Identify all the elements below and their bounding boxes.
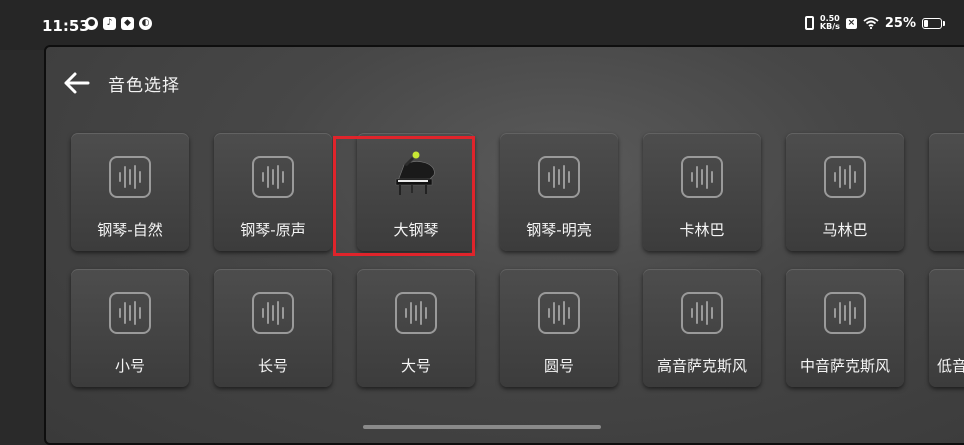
waveform-icon xyxy=(538,292,580,334)
sound-tile-label: 卡林巴 xyxy=(679,221,725,239)
waveform-icon xyxy=(109,292,151,334)
battery-icon xyxy=(922,17,945,29)
sound-tile-label: 低音 xyxy=(937,357,964,375)
battery-fill xyxy=(924,19,928,27)
waveform-icon xyxy=(824,292,866,334)
sound-tile[interactable]: 大号 xyxy=(357,269,475,387)
page-title: 音色选择 xyxy=(108,76,180,96)
network-speed: 0.50 KB/s xyxy=(820,15,840,31)
back-arrow-icon[interactable] xyxy=(60,69,92,97)
sound-tile[interactable]: 低音 xyxy=(929,269,964,387)
waveform-icon xyxy=(109,156,151,198)
sound-tile-label: 钢琴-原声 xyxy=(240,221,306,239)
sound-tile[interactable] xyxy=(929,133,964,251)
waveform-icon xyxy=(395,292,437,334)
sound-tile-label: 小号 xyxy=(114,357,145,375)
home-indicator[interactable] xyxy=(363,425,601,429)
no-sim-icon: × xyxy=(845,17,857,29)
sound-tile-label: 大钢琴 xyxy=(393,221,439,239)
sound-tile[interactable]: 小号 xyxy=(71,269,189,387)
sound-tile[interactable]: 钢琴-原声 xyxy=(214,133,332,251)
sound-tile[interactable]: 卡林巴 xyxy=(643,133,761,251)
sound-tile[interactable]: 圆号 xyxy=(500,269,618,387)
waveform-icon xyxy=(252,156,294,198)
sound-tile-label: 高音萨克斯风 xyxy=(656,357,747,375)
browser-app-icon: ◐ xyxy=(139,17,152,30)
sound-tile-label: 中音萨克斯风 xyxy=(799,357,890,375)
wechat-icon: ● xyxy=(85,17,98,30)
sound-tile[interactable]: 钢琴-自然 xyxy=(71,133,189,251)
network-speed-unit: KB/s xyxy=(819,22,840,31)
waveform-icon xyxy=(252,292,294,334)
tiktok-icon: ♪ xyxy=(103,17,116,30)
waveform-icon xyxy=(681,292,723,334)
sound-tile[interactable]: 长号 xyxy=(214,269,332,387)
waveform-icon xyxy=(538,156,580,198)
sound-tile-label: 大号 xyxy=(400,357,431,375)
status-time: 11:53 xyxy=(42,17,90,35)
sound-tile[interactable]: 高音萨克斯风 xyxy=(643,269,761,387)
status-bar: 11:53 ● ♪ ◆ ◐ 0.50 KB/s × 25% xyxy=(0,0,964,50)
sound-tile[interactable]: 钢琴-明亮 xyxy=(500,133,618,251)
battery-percent: 25% xyxy=(884,15,916,31)
status-right: 0.50 KB/s × 25% xyxy=(804,15,945,31)
wifi-icon xyxy=(863,17,879,29)
grand-piano-icon xyxy=(395,151,435,195)
sound-tile-label: 圆号 xyxy=(543,357,574,375)
sound-tile[interactable]: 中音萨克斯风 xyxy=(786,269,904,387)
sound-tile-label: 长号 xyxy=(257,357,288,375)
vibrate-icon xyxy=(804,16,814,30)
sound-selection-panel: 音色选择 钢琴-自然 钢琴-原声 大钢琴 钢琴-明亮 卡林巴 马林巴 小号 长号… xyxy=(44,45,964,445)
sound-tile-label: 马林巴 xyxy=(822,221,868,239)
waveform-icon xyxy=(824,156,866,198)
sound-tile-label: 钢琴-自然 xyxy=(97,221,163,239)
waveform-icon xyxy=(681,156,723,198)
notification-icons: ● ♪ ◆ ◐ xyxy=(85,17,152,30)
sound-tile[interactable]: 马林巴 xyxy=(786,133,904,251)
sound-tile-selected[interactable]: 大钢琴 xyxy=(357,133,475,251)
shield-app-icon: ◆ xyxy=(121,17,134,30)
sound-tile-label: 钢琴-明亮 xyxy=(526,221,592,239)
